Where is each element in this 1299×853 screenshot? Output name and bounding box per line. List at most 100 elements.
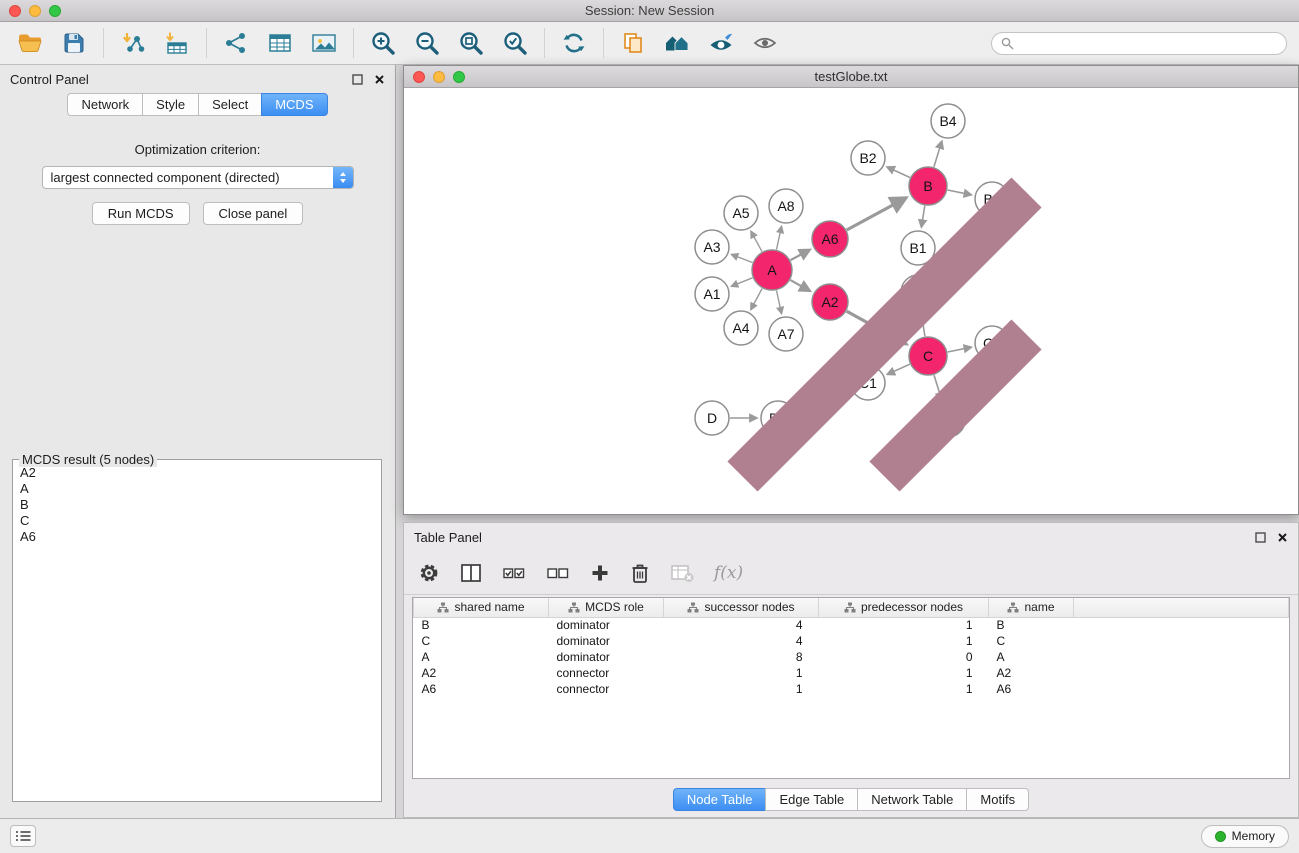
zoom-window-button[interactable]: [49, 5, 61, 17]
task-history-button[interactable]: [10, 825, 36, 847]
table-tabs: Node Table Edge Table Network Table Moti…: [404, 788, 1298, 811]
checked-boxes-icon: [502, 564, 526, 582]
toolbar-separator: [103, 28, 104, 58]
col-header-shared-name[interactable]: shared name: [414, 598, 549, 617]
refresh-view-button[interactable]: [556, 25, 592, 61]
deselect-all-button[interactable]: [546, 556, 570, 590]
tab-edge-table[interactable]: Edge Table: [765, 788, 857, 811]
memory-status-icon: [1215, 831, 1226, 842]
tab-node-table[interactable]: Node Table: [673, 788, 766, 811]
column-tree-icon: [844, 602, 856, 613]
refresh-icon: [561, 31, 587, 55]
network-window: testGlobe.txt B4B2BB3A5A8A6B1A3AC2A1A2A4…: [403, 65, 1299, 515]
import-table-from-file-button[interactable]: [159, 25, 195, 61]
result-item[interactable]: C: [20, 513, 374, 529]
delete-table-icon: [670, 563, 694, 583]
function-builder-button[interactable]: f(x): [714, 556, 743, 590]
double-home-icon: [663, 32, 691, 54]
close-window-button[interactable]: [9, 5, 21, 17]
save-session-button[interactable]: [56, 25, 92, 61]
import-network-from-file-button[interactable]: [115, 25, 151, 61]
plus-icon: [590, 563, 610, 583]
column-settings-button[interactable]: [418, 556, 440, 590]
network-close-button[interactable]: [413, 71, 425, 83]
table-row[interactable]: Bdominator41B: [414, 617, 1289, 633]
zoom-out-icon: [414, 30, 440, 56]
open-session-button[interactable]: [12, 25, 48, 61]
home-button[interactable]: [659, 25, 695, 61]
criterion-dropdown[interactable]: largest connected component (directed): [42, 166, 354, 189]
session-title: Session: New Session: [0, 3, 1299, 18]
eye-icon: [752, 33, 778, 53]
app-titlebar: Session: New Session: [0, 0, 1299, 22]
eye-brush-icon: [708, 32, 734, 54]
resize-grip-icon[interactable]: [402, 86, 1296, 512]
memory-label: Memory: [1232, 829, 1275, 843]
close-panel-button[interactable]: Close panel: [203, 202, 304, 225]
tab-select[interactable]: Select: [198, 93, 261, 116]
node-table: shared name MCDS role successor nodes pr…: [413, 598, 1289, 697]
select-all-button[interactable]: [502, 556, 526, 590]
network-icon: [224, 31, 248, 55]
floppy-disk-icon: [62, 31, 86, 55]
table-row[interactable]: A2connector11A2: [414, 665, 1289, 681]
memory-button[interactable]: Memory: [1201, 825, 1289, 848]
table-row[interactable]: Cdominator41C: [414, 633, 1289, 649]
export-image-button[interactable]: [306, 25, 342, 61]
network-window-titlebar[interactable]: testGlobe.txt: [404, 66, 1298, 88]
add-column-button[interactable]: [590, 556, 610, 590]
toolbar-separator: [206, 28, 207, 58]
delete-table-button[interactable]: [670, 556, 694, 590]
list-icon: [15, 830, 31, 842]
search-field[interactable]: [991, 32, 1287, 55]
delete-button[interactable]: [630, 556, 650, 590]
show-columns-button[interactable]: [460, 556, 482, 590]
zoom-selected-button[interactable]: [497, 25, 533, 61]
result-item[interactable]: B: [20, 497, 374, 513]
table-panel-header: Table Panel: [404, 523, 1298, 551]
network-canvas[interactable]: B4B2BB3A5A8A6B1A3AC2A1A2A4A7C4CC1C3DD1: [404, 88, 1298, 514]
table-row[interactable]: Adominator80A: [414, 649, 1289, 665]
show-graphics-details-button[interactable]: [747, 25, 783, 61]
col-header-successor-nodes[interactable]: successor nodes: [664, 598, 819, 617]
network-minimize-button[interactable]: [433, 71, 445, 83]
main-toolbar: [0, 22, 1299, 65]
result-item[interactable]: A: [20, 481, 374, 497]
table-panel: Table Panel: [403, 522, 1299, 818]
table-row[interactable]: A6connector11A6: [414, 681, 1289, 697]
toolbar-separator: [603, 28, 604, 58]
close-panel-icon[interactable]: [374, 74, 385, 85]
column-tree-icon: [687, 602, 699, 613]
float-table-panel-icon[interactable]: [1255, 532, 1266, 543]
result-item[interactable]: A6: [20, 529, 374, 545]
result-item[interactable]: A2: [20, 465, 374, 481]
tab-network-table[interactable]: Network Table: [857, 788, 966, 811]
unchecked-boxes-icon: [546, 564, 570, 582]
minimize-window-button[interactable]: [29, 5, 41, 17]
float-panel-icon[interactable]: [352, 74, 363, 85]
search-input[interactable]: [1019, 36, 1277, 50]
run-mcds-button[interactable]: Run MCDS: [92, 202, 190, 225]
col-header-mcds-role[interactable]: MCDS role: [549, 598, 664, 617]
style-preview-button[interactable]: [703, 25, 739, 61]
zoom-in-button[interactable]: [365, 25, 401, 61]
node-table-container: shared name MCDS role successor nodes pr…: [412, 597, 1290, 779]
fx-icon: f(x): [714, 563, 743, 583]
open-folder-icon: [17, 31, 43, 55]
network-zoom-button[interactable]: [453, 71, 465, 83]
new-table-button[interactable]: [262, 25, 298, 61]
zoom-fit-button[interactable]: [453, 25, 489, 61]
tab-mcds[interactable]: MCDS: [261, 93, 327, 116]
col-header-name[interactable]: name: [989, 598, 1074, 617]
tab-network[interactable]: Network: [67, 93, 142, 116]
table-header-row: shared name MCDS role successor nodes pr…: [414, 598, 1289, 617]
zoom-out-button[interactable]: [409, 25, 445, 61]
tab-motifs[interactable]: Motifs: [966, 788, 1029, 811]
table-toolbar: f(x): [404, 551, 1298, 595]
control-panel-title: Control Panel: [10, 72, 89, 87]
open-recent-file-button[interactable]: [615, 25, 651, 61]
tab-style[interactable]: Style: [142, 93, 198, 116]
col-header-predecessor-nodes[interactable]: predecessor nodes: [819, 598, 989, 617]
close-table-panel-icon[interactable]: [1277, 532, 1288, 543]
new-network-button[interactable]: [218, 25, 254, 61]
